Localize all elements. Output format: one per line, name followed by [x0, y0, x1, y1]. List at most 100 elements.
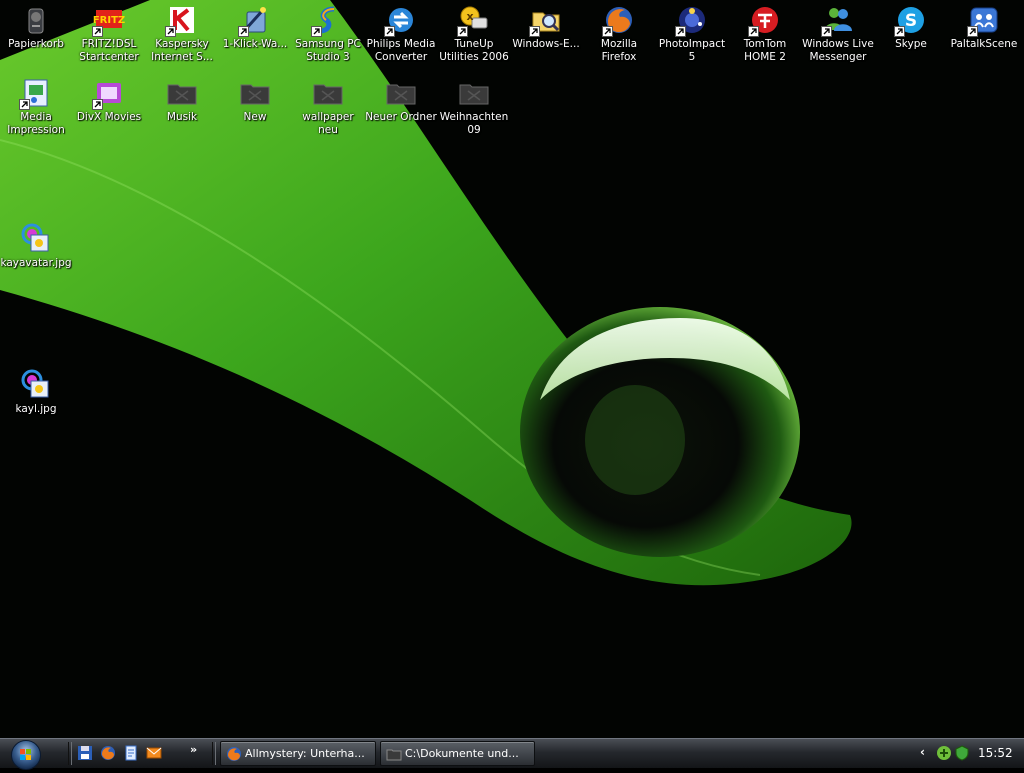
shortcut-arrow-icon: [384, 26, 395, 37]
desktop-icon-label: kayl.jpg: [15, 403, 57, 415]
desktop-icon-weihnachten[interactable]: Weihnachten 09: [438, 75, 510, 137]
taskbar-divider: [68, 742, 72, 765]
desktop-icon-mediaimpression[interactable]: Media Impression: [0, 75, 72, 137]
desktop-icon-label: kayavatar.jpg: [0, 257, 72, 269]
shortcut-arrow-icon: [457, 26, 468, 37]
desktop-icon-skype[interactable]: S Skype: [875, 2, 947, 51]
desktop-icon-label: Windows Live Messenger: [802, 38, 874, 63]
quick-launch-save[interactable]: [74, 742, 96, 764]
security-shield-icon[interactable]: [954, 745, 970, 761]
desktop-icon-philips[interactable]: Philips Media Converter: [365, 2, 437, 64]
taskbar-divider: [212, 742, 216, 765]
desktop-icon-divx[interactable]: DivX Movies: [73, 75, 145, 124]
wand-icon: [238, 4, 271, 37]
quick-launch-firefox[interactable]: [97, 742, 119, 764]
svg-text:S: S: [905, 11, 917, 31]
tuneup-icon: x: [457, 4, 490, 37]
desktop-icon-label: Kaspersky Internet S...: [151, 38, 213, 63]
mail-icon: [146, 747, 162, 759]
shortcut-arrow-icon: [675, 26, 686, 37]
task-button-label: Allmystery: Unterha...: [245, 747, 365, 760]
desktop-icon-label: 1-Klick-Wa...: [222, 38, 288, 50]
media-impression-icon: [19, 77, 52, 110]
desktop-icon-neuerordner[interactable]: Neuer Ordner: [365, 75, 437, 124]
folder-icon: [312, 77, 344, 109]
desktop-icon-kayavatar[interactable]: kayavatar.jpg: [0, 221, 72, 270]
network-icon[interactable]: [936, 745, 952, 761]
shortcut-arrow-icon: [92, 26, 103, 37]
system-tray: ‹ 15:52: [912, 739, 1024, 768]
desktop-icon-label: Samsung PC Studio 3: [295, 38, 361, 63]
desktop-icon-tuneup[interactable]: x TuneUp Utilities 2006: [438, 2, 510, 64]
desktop-icon-label: New: [243, 111, 267, 123]
shortcut-arrow-icon: [894, 26, 905, 37]
paltalk-icon: [967, 4, 1000, 37]
desktop-icon-label: PaltalkScene: [950, 38, 1018, 50]
tray-expand-arrow[interactable]: ‹: [920, 745, 925, 759]
desktop-icon-label: PhotoImpact 5: [658, 38, 726, 63]
firefox-icon: [101, 746, 115, 760]
shortcut-arrow-icon: [821, 26, 832, 37]
desktop-icon-windowse[interactable]: Windows-E...: [510, 2, 582, 51]
divx-icon: [92, 77, 125, 110]
start-button[interactable]: [0, 739, 58, 770]
save-icon: [78, 746, 92, 760]
philips-icon: [384, 4, 417, 37]
desktop-icon-label: Skype: [895, 38, 927, 50]
shortcut-arrow-icon: [238, 26, 249, 37]
svg-text:x: x: [466, 10, 473, 23]
folder-icon: [239, 77, 271, 109]
document-icon: [125, 745, 137, 761]
explorer-icon: [529, 4, 562, 37]
folder-icon: [166, 77, 198, 109]
desktop-icon-photoimpact[interactable]: PhotoImpact 5: [656, 2, 728, 64]
desktop-icon-papierkorb[interactable]: Papierkorb: [0, 2, 72, 51]
messenger-icon: [821, 4, 854, 37]
shortcut-arrow-icon: [529, 26, 540, 37]
quick-launch-mail[interactable]: [143, 742, 165, 764]
desktop-icon-firefox[interactable]: Mozilla Firefox: [583, 2, 655, 64]
shortcut-arrow-icon: [602, 26, 613, 37]
desktop-icon-paltalk[interactable]: PaltalkScene: [948, 2, 1020, 51]
image-file-icon: [20, 369, 52, 401]
desktop-icon-label: TomTom HOME 2: [743, 38, 787, 63]
desktop-icon-samsung[interactable]: Samsung PC Studio 3: [292, 2, 364, 64]
folder-icon: [458, 77, 490, 109]
taskbar: » Allmystery: Unterha... C:\Dokumente un…: [0, 738, 1024, 770]
desktop[interactable]: Papierkorb FRITZ FRITZ!DSL Startcenter K…: [0, 0, 1024, 738]
image-file-icon: [20, 223, 52, 255]
desktop-icon-label: Windows-E...: [512, 38, 580, 50]
skype-icon: S: [894, 4, 927, 37]
desktop-icon-kaspersky[interactable]: Kaspersky Internet S...: [146, 2, 218, 64]
desktop-icon-label: Media Impression: [7, 111, 65, 136]
firefox-icon: [227, 747, 241, 761]
fritz-icon: FRITZ: [92, 4, 125, 37]
desktop-icon-label: FRITZ!DSL Startcenter: [79, 38, 139, 63]
shortcut-arrow-icon: [311, 26, 322, 37]
desktop-icon-musik[interactable]: Musik: [146, 75, 218, 124]
windows-logo-icon: [11, 740, 41, 770]
clock[interactable]: 15:52: [978, 746, 1013, 760]
quick-launch-document[interactable]: [120, 742, 142, 764]
desktop-icon-wallpaper[interactable]: wallpaper neu: [292, 75, 364, 137]
desktop-icon-tomtom[interactable]: TomTom HOME 2: [729, 2, 801, 64]
quick-launch-more-chevron[interactable]: »: [190, 743, 197, 756]
desktop-icon-1klick[interactable]: 1-Klick-Wa...: [219, 2, 291, 51]
desktop-icon-label: Neuer Ordner: [365, 111, 437, 123]
shortcut-arrow-icon: [19, 99, 30, 110]
recycle-bin-icon: [20, 4, 52, 36]
tomtom-icon: [748, 4, 781, 37]
task-button-explorer[interactable]: C:\Dokumente und...: [380, 741, 535, 766]
desktop-icon-wlm[interactable]: Windows Live Messenger: [802, 2, 874, 64]
samsung-icon: [311, 4, 344, 37]
desktop-icon-label: Philips Media Converter: [366, 38, 436, 63]
shortcut-arrow-icon: [967, 26, 978, 37]
desktop-icon-new[interactable]: New: [219, 75, 291, 124]
desktop-icon-kayl[interactable]: kayl.jpg: [0, 367, 72, 416]
shortcut-arrow-icon: [165, 26, 176, 37]
svg-text:FRITZ: FRITZ: [93, 15, 125, 26]
task-button-firefox[interactable]: Allmystery: Unterha...: [220, 741, 376, 766]
folder-icon: [386, 749, 402, 761]
desktop-icon-fritzdsl[interactable]: FRITZ FRITZ!DSL Startcenter: [73, 2, 145, 64]
desktop-icon-label: Mozilla Firefox: [600, 38, 638, 63]
